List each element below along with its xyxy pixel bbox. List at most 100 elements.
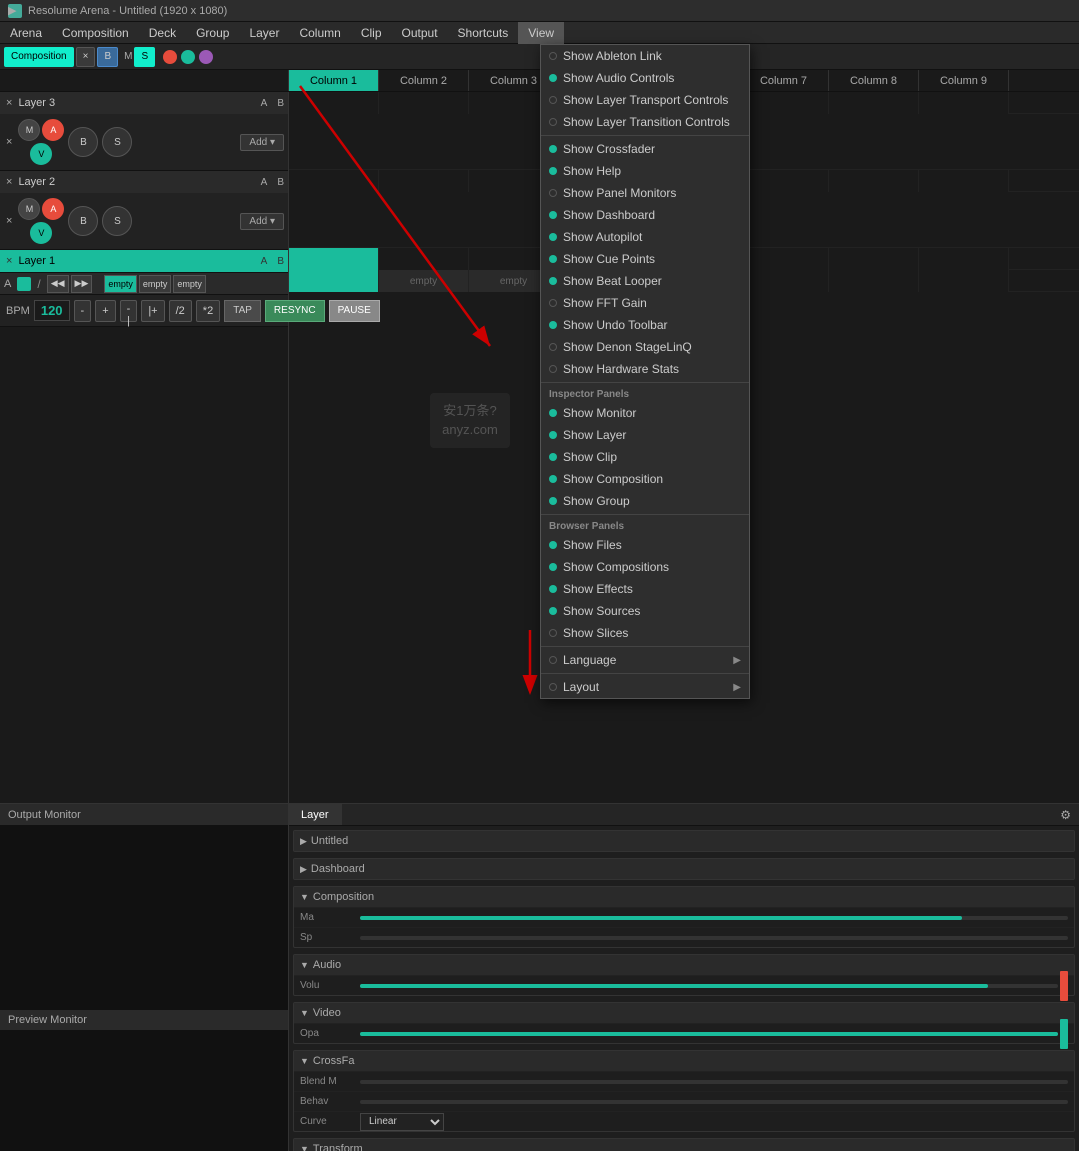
grid-cell[interactable]	[829, 92, 919, 114]
col-header-1[interactable]: Column 1	[289, 70, 379, 91]
menu-item-layer-transition[interactable]: Show Layer Transition Controls	[541, 111, 749, 133]
cell-empty-2[interactable]: empty	[139, 275, 172, 293]
menu-item-language[interactable]: Language ▶	[541, 649, 749, 671]
menu-item-composition[interactable]: Show Composition	[541, 468, 749, 490]
cell-empty-3[interactable]: empty	[173, 275, 206, 293]
layer-2-close[interactable]: ×	[4, 174, 14, 190]
bpm-minus[interactable]: -	[74, 300, 92, 322]
layer-3-m[interactable]: M	[18, 119, 40, 141]
menu-item-group[interactable]: Show Group	[541, 490, 749, 512]
layer-2-v[interactable]: V	[30, 222, 52, 244]
layer-1-close[interactable]: ×	[4, 253, 14, 269]
menu-item-effects[interactable]: Show Effects	[541, 578, 749, 600]
col-header-8[interactable]: Column 8	[829, 70, 919, 91]
blend-m-slider[interactable]	[360, 1080, 1068, 1084]
menu-item-files[interactable]: Show Files	[541, 534, 749, 556]
menu-arena[interactable]: Arena	[0, 22, 52, 44]
b-button[interactable]: B	[97, 47, 118, 67]
menu-output[interactable]: Output	[392, 22, 448, 44]
bpm-minus-big[interactable]: -|	[120, 300, 138, 322]
menu-item-fft-gain[interactable]: Show FFT Gain	[541, 292, 749, 314]
section-audio-header[interactable]: ▼ Audio	[294, 955, 1074, 975]
menu-item-crossfader[interactable]: Show Crossfader	[541, 138, 749, 160]
menu-shortcuts[interactable]: Shortcuts	[448, 22, 519, 44]
layer-2-a-btn[interactable]: A	[42, 198, 64, 220]
section-untitled-header[interactable]: ▶ Untitled	[294, 831, 1074, 851]
menu-clip[interactable]: Clip	[351, 22, 392, 44]
grid-cell-active[interactable]	[289, 248, 379, 270]
grid-cell[interactable]	[829, 248, 919, 270]
composition-sp-slider[interactable]	[360, 936, 1068, 940]
grid-cell-transport-active[interactable]	[289, 270, 379, 292]
layer-3-s-btn[interactable]: S	[102, 127, 132, 157]
layer-2-m[interactable]: M	[18, 198, 40, 220]
tab-layer[interactable]: Layer	[289, 804, 342, 825]
bpm-plus[interactable]: +	[95, 300, 115, 322]
menu-item-layer[interactable]: Show Layer	[541, 424, 749, 446]
col-header-9[interactable]: Column 9	[919, 70, 1009, 91]
grid-cell[interactable]	[829, 170, 919, 192]
layer-3-b[interactable]: B	[277, 98, 284, 109]
menu-item-cue-points[interactable]: Show Cue Points	[541, 248, 749, 270]
grid-cell[interactable]	[739, 270, 829, 292]
col-header-2[interactable]: Column 2	[379, 70, 469, 91]
grid-cell[interactable]	[739, 170, 829, 192]
menu-item-hardware-stats[interactable]: Show Hardware Stats	[541, 358, 749, 380]
video-opa-slider[interactable]	[360, 1032, 1058, 1036]
bpm-plus-big[interactable]: |+	[141, 300, 164, 322]
composition-tab[interactable]: Composition	[4, 47, 74, 67]
bpm-div2[interactable]: /2	[169, 300, 192, 322]
grid-cell[interactable]	[739, 92, 829, 114]
menu-item-slices[interactable]: Show Slices	[541, 622, 749, 644]
section-video-header[interactable]: ▼ Video	[294, 1003, 1074, 1023]
menu-item-compositions[interactable]: Show Compositions	[541, 556, 749, 578]
prev-btn[interactable]: ◀◀	[47, 275, 69, 293]
layer-2-a[interactable]: A	[261, 177, 268, 188]
menu-item-denon[interactable]: Show Denon StageLinQ	[541, 336, 749, 358]
grid-cell[interactable]	[379, 92, 469, 114]
layer-3-add[interactable]: Add ▾	[240, 134, 284, 151]
menu-layer[interactable]: Layer	[239, 22, 289, 44]
layer-2-s-btn[interactable]: S	[102, 206, 132, 236]
layer-2-b[interactable]: B	[277, 177, 284, 188]
bpm-mul2[interactable]: *2	[196, 300, 220, 322]
section-crossfader-header[interactable]: ▼ CrossFa	[294, 1051, 1074, 1071]
section-transform-header[interactable]: ▼ Transform	[294, 1139, 1074, 1151]
layer-1-b[interactable]: B	[277, 256, 284, 267]
grid-cell[interactable]	[829, 270, 919, 292]
layer-3-close[interactable]: ×	[4, 95, 14, 111]
grid-cell[interactable]	[289, 170, 379, 192]
grid-cell[interactable]	[919, 170, 1009, 192]
menu-column[interactable]: Column	[289, 22, 350, 44]
curve-select[interactable]: Linear EqualPower Fast	[360, 1113, 444, 1131]
menu-item-sources[interactable]: Show Sources	[541, 600, 749, 622]
audio-volu-slider[interactable]	[360, 984, 1058, 988]
layer-3-b-btn[interactable]: B	[68, 127, 98, 157]
grid-cell[interactable]	[919, 92, 1009, 114]
menu-item-layer-transport[interactable]: Show Layer Transport Controls	[541, 89, 749, 111]
layer-3-a-btn[interactable]: A	[42, 119, 64, 141]
layer-2-add[interactable]: Add ▾	[240, 213, 284, 230]
behav-slider[interactable]	[360, 1100, 1068, 1104]
next-btn[interactable]: ▶▶	[71, 275, 93, 293]
grid-cell-empty-1[interactable]: empty	[379, 270, 469, 292]
col-header-7[interactable]: Column 7	[739, 70, 829, 91]
menu-view[interactable]: View	[518, 22, 564, 44]
menu-item-dashboard[interactable]: Show Dashboard	[541, 204, 749, 226]
layer-3-a[interactable]: A	[261, 98, 268, 109]
menu-item-audio-controls[interactable]: Show Audio Controls	[541, 67, 749, 89]
grid-cell[interactable]	[739, 248, 829, 270]
grid-cell[interactable]	[919, 270, 1009, 292]
grid-cell[interactable]	[289, 92, 379, 114]
bpm-value[interactable]: 120	[34, 300, 70, 321]
menu-item-panel-monitors[interactable]: Show Panel Monitors	[541, 182, 749, 204]
menu-item-beat-looper[interactable]: Show Beat Looper	[541, 270, 749, 292]
menu-deck[interactable]: Deck	[139, 22, 186, 44]
grid-cell[interactable]	[919, 248, 1009, 270]
menu-item-help[interactable]: Show Help	[541, 160, 749, 182]
layer-2-b-btn[interactable]: B	[68, 206, 98, 236]
close-composition-btn[interactable]: ×	[76, 47, 96, 67]
layer-2-x[interactable]: ×	[4, 213, 14, 229]
layer-1-a[interactable]: A	[261, 256, 268, 267]
menu-item-ableton-link[interactable]: Show Ableton Link	[541, 45, 749, 67]
